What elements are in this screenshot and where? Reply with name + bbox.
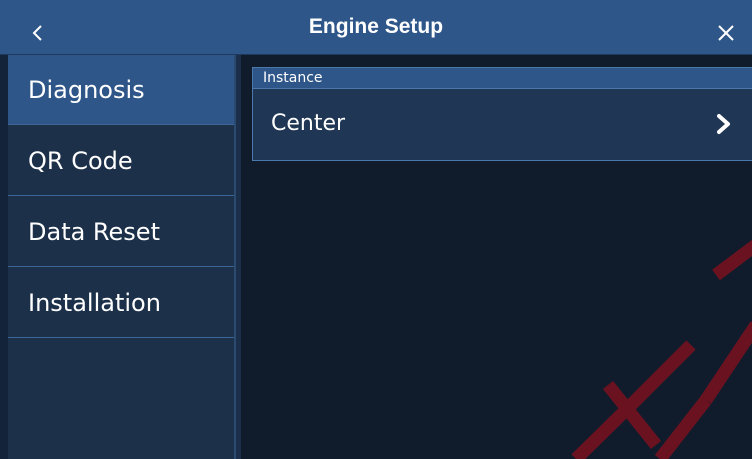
section-label: Instance xyxy=(252,67,752,89)
page-title: Engine Setup xyxy=(308,15,444,38)
main-panel: Instance Center xyxy=(236,55,752,459)
chevron-right-icon xyxy=(717,114,730,134)
instance-selector[interactable]: Center xyxy=(252,89,752,161)
instance-value: Center xyxy=(271,111,346,136)
sidebar-item-installation[interactable]: Installation xyxy=(8,268,234,338)
chevron-left-icon xyxy=(32,25,42,41)
back-button[interactable] xyxy=(18,13,58,53)
panel-divider xyxy=(236,55,241,459)
sidebar-item-qr-code[interactable]: QR Code xyxy=(8,126,234,196)
sidebar-edge xyxy=(0,55,8,459)
close-icon xyxy=(718,25,734,41)
sidebar-item-diagnosis[interactable]: Diagnosis xyxy=(8,55,234,125)
sidebar-item-data-reset[interactable]: Data Reset xyxy=(8,197,234,267)
title-bar: Engine Setup xyxy=(0,0,752,55)
sidebar: Diagnosis QR Code Data Reset Installatio… xyxy=(0,55,236,459)
close-button[interactable] xyxy=(706,13,746,53)
